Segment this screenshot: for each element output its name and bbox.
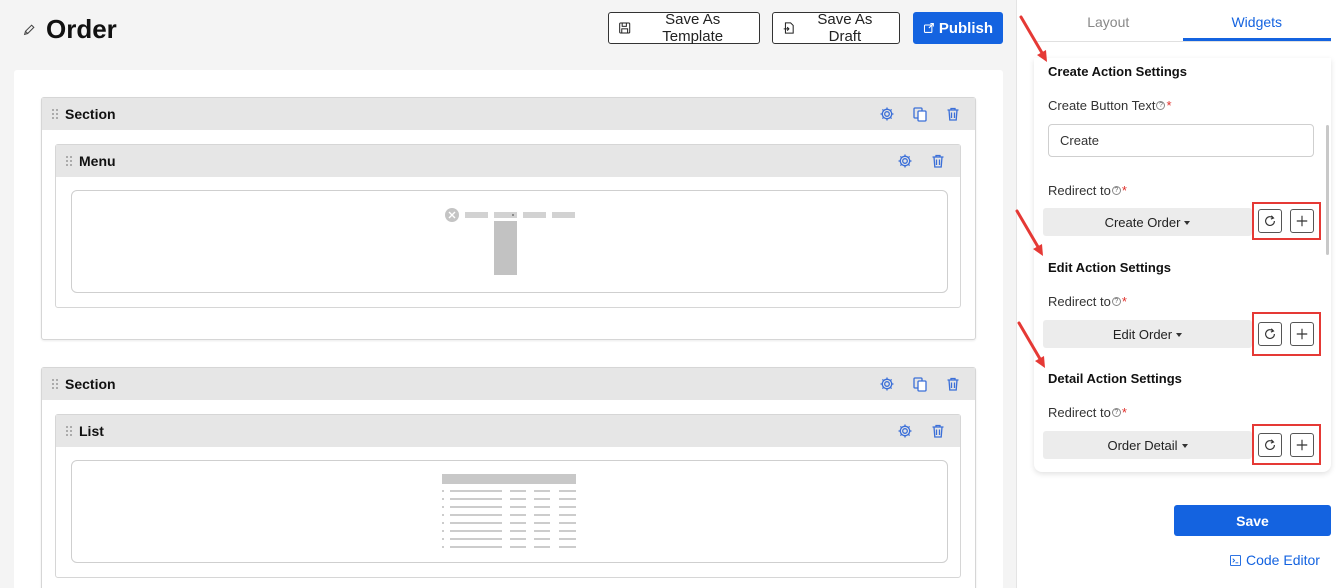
gear-icon[interactable] bbox=[897, 423, 913, 439]
edit-redirect-label-text: Redirect to bbox=[1048, 294, 1111, 309]
code-editor-label: Code Editor bbox=[1246, 552, 1320, 568]
panel-tabs: Layout Widgets bbox=[1034, 0, 1331, 42]
plus-icon bbox=[1296, 439, 1308, 450]
widget-header[interactable]: Menu bbox=[56, 145, 960, 177]
add-button[interactable] bbox=[1290, 322, 1314, 346]
help-icon[interactable]: ? bbox=[1111, 186, 1121, 195]
help-icon[interactable]: ? bbox=[1111, 297, 1121, 306]
widget-header[interactable]: List bbox=[56, 415, 960, 447]
page-title: Order bbox=[46, 14, 117, 44]
plus-icon bbox=[1296, 328, 1308, 340]
refresh-button[interactable] bbox=[1258, 209, 1282, 233]
detail-redirect-label-text: Redirect to bbox=[1048, 405, 1111, 420]
widget-label: List bbox=[79, 423, 104, 439]
list-preview bbox=[71, 460, 948, 563]
external-link-icon bbox=[923, 23, 934, 33]
section-2[interactable]: Section List bbox=[41, 367, 976, 588]
required-marker: * bbox=[1121, 294, 1127, 309]
help-icon[interactable]: ? bbox=[1156, 101, 1166, 110]
annotation-arrow-icon bbox=[1015, 209, 1043, 256]
edit-redirect-label: Redirect to ? * bbox=[1048, 294, 1127, 309]
drag-handle-icon[interactable] bbox=[51, 378, 59, 390]
refresh-button[interactable] bbox=[1258, 322, 1282, 346]
plus-icon bbox=[1296, 215, 1308, 227]
create-redirect-value: Create Order bbox=[1104, 214, 1181, 230]
required-marker: * bbox=[1121, 405, 1127, 420]
required-marker: * bbox=[1166, 98, 1172, 113]
code-editor-link[interactable]: Code Editor bbox=[1230, 552, 1320, 568]
edit-redirect-value: Edit Order bbox=[1112, 326, 1173, 342]
page-header: Order Save As Template Save As Draft Pub… bbox=[0, 0, 1016, 62]
section-header[interactable]: Section bbox=[42, 368, 975, 400]
section-label: Section bbox=[65, 376, 116, 392]
publish-button[interactable]: Publish bbox=[913, 12, 1003, 44]
required-marker: * bbox=[1121, 183, 1127, 198]
menu-preview bbox=[71, 190, 948, 293]
detail-redirect-value: Order Detail bbox=[1107, 437, 1178, 453]
trash-icon[interactable] bbox=[930, 153, 946, 169]
copy-icon[interactable] bbox=[912, 106, 928, 122]
section-header[interactable]: Section bbox=[42, 98, 975, 130]
gear-icon[interactable] bbox=[879, 106, 895, 122]
drag-handle-icon[interactable] bbox=[51, 108, 59, 120]
help-icon[interactable]: ? bbox=[1111, 408, 1121, 417]
list-placeholder-graphic bbox=[442, 474, 576, 548]
refresh-icon bbox=[1265, 438, 1275, 450]
save-button[interactable]: Save bbox=[1174, 505, 1331, 536]
builder-canvas: Section Menu Section List bbox=[14, 70, 1003, 588]
detail-action-title: Detail Action Settings bbox=[1048, 371, 1182, 386]
save-as-template-label: Save As Template bbox=[662, 11, 724, 45]
edit-redirect-actions-highlight bbox=[1252, 312, 1321, 356]
annotation-arrow-icon bbox=[1019, 15, 1047, 62]
refresh-icon bbox=[1265, 215, 1275, 226]
detail-redirect-label: Redirect to ? * bbox=[1048, 405, 1127, 420]
widget-label: Menu bbox=[79, 153, 116, 169]
create-button-text-label: Create Button Text ? * bbox=[1048, 98, 1172, 113]
refresh-icon bbox=[1265, 328, 1275, 339]
drag-handle-icon[interactable] bbox=[65, 155, 73, 167]
section-1[interactable]: Section Menu bbox=[41, 97, 976, 340]
drag-handle-icon[interactable] bbox=[65, 425, 73, 437]
section-label: Section bbox=[65, 106, 116, 122]
terminal-icon bbox=[1230, 554, 1241, 566]
tab-widgets[interactable]: Widgets bbox=[1182, 0, 1331, 41]
settings-scrollbar[interactable] bbox=[1326, 125, 1329, 255]
edit-redirect-dropdown[interactable]: Edit Order bbox=[1043, 320, 1252, 348]
create-redirect-label-text: Redirect to bbox=[1048, 183, 1111, 198]
save-as-draft-button[interactable]: Save As Draft bbox=[772, 11, 900, 45]
edit-action-title: Edit Action Settings bbox=[1048, 260, 1172, 275]
publish-label: Publish bbox=[938, 19, 993, 37]
caret-down-icon bbox=[1181, 443, 1188, 448]
refresh-button[interactable] bbox=[1258, 432, 1282, 457]
title-wrap: Order bbox=[22, 14, 117, 45]
caret-down-icon bbox=[1176, 332, 1183, 337]
trash-icon[interactable] bbox=[945, 376, 961, 392]
menu-widget[interactable]: Menu bbox=[55, 144, 961, 308]
save-as-template-button[interactable]: Save As Template bbox=[608, 11, 760, 45]
floppy-icon bbox=[619, 22, 631, 34]
create-redirect-dropdown[interactable]: Create Order bbox=[1043, 208, 1252, 236]
detail-redirect-actions-highlight bbox=[1252, 424, 1321, 465]
caret-down-icon bbox=[1184, 220, 1191, 225]
gear-icon[interactable] bbox=[879, 376, 895, 392]
tab-layout[interactable]: Layout bbox=[1034, 0, 1183, 41]
pencil-icon[interactable] bbox=[22, 23, 36, 37]
create-redirect-actions-highlight bbox=[1252, 202, 1321, 240]
create-button-text-label-text: Create Button Text bbox=[1048, 98, 1156, 113]
annotation-arrow-icon bbox=[1017, 321, 1045, 368]
list-widget[interactable]: List bbox=[55, 414, 961, 578]
create-button-text-input[interactable] bbox=[1048, 124, 1314, 157]
trash-icon[interactable] bbox=[945, 106, 961, 122]
copy-icon[interactable] bbox=[912, 376, 928, 392]
add-button[interactable] bbox=[1290, 432, 1314, 457]
import-file-icon bbox=[783, 22, 794, 34]
menu-placeholder-graphic bbox=[445, 208, 575, 275]
detail-redirect-dropdown[interactable]: Order Detail bbox=[1043, 431, 1252, 459]
create-action-title: Create Action Settings bbox=[1048, 64, 1187, 79]
save-as-draft-label: Save As Draft bbox=[817, 11, 873, 45]
add-button[interactable] bbox=[1290, 209, 1314, 233]
trash-icon[interactable] bbox=[930, 423, 946, 439]
gear-icon[interactable] bbox=[897, 153, 913, 169]
create-redirect-label: Redirect to ? * bbox=[1048, 183, 1127, 198]
